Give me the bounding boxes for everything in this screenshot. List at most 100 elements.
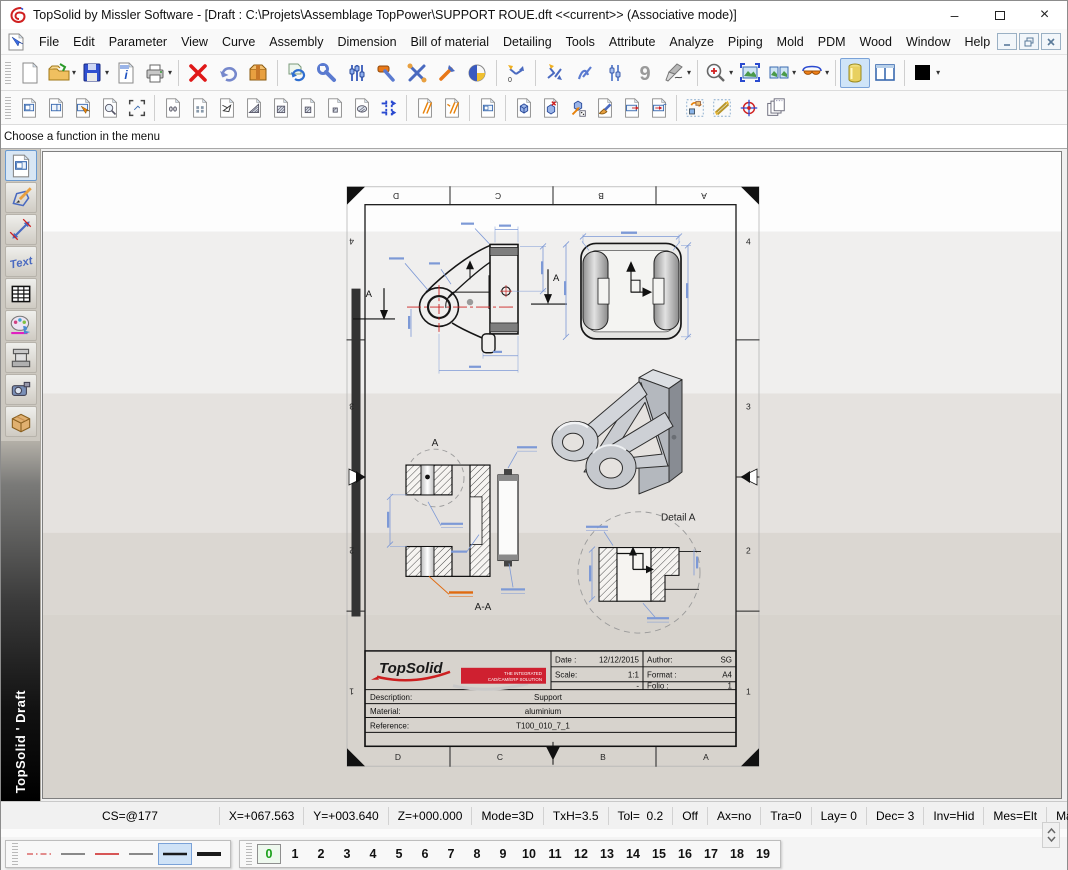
split-arrows-button[interactable]: 0 <box>501 58 531 88</box>
mdi-minimize-button[interactable] <box>997 33 1017 50</box>
fasteners-button[interactable] <box>402 58 432 88</box>
layer-19-button[interactable]: 19 <box>750 847 776 861</box>
status-field[interactable]: Off <box>672 807 707 825</box>
view-half-sphere-button[interactable] <box>462 58 492 88</box>
zoom-plus-button[interactable]: ▾ <box>702 58 735 88</box>
save-button[interactable]: ▾ <box>78 58 111 88</box>
menu-item-dimension[interactable]: Dimension <box>330 31 403 53</box>
cube-page-button[interactable] <box>510 94 537 121</box>
layer-15-button[interactable]: 15 <box>646 847 672 861</box>
page-ellipse-hatch-button[interactable] <box>348 94 375 121</box>
layer-5-button[interactable]: 5 <box>386 847 412 861</box>
menu-item-parameter[interactable]: Parameter <box>102 31 174 53</box>
status-field[interactable]: Tol= 0.2 <box>608 807 673 825</box>
layer-4-button[interactable]: 4 <box>360 847 386 861</box>
menu-item-curve[interactable]: Curve <box>215 31 262 53</box>
dropdown-arrow-icon[interactable]: ▾ <box>72 68 76 77</box>
line-style-red-dash-dot-button[interactable] <box>22 843 56 865</box>
close-button[interactable]: × <box>1022 1 1067 29</box>
status-field[interactable]: Mode=3D <box>471 807 542 825</box>
pen-settings-button[interactable]: ▾ <box>660 58 693 88</box>
open-folder-button[interactable]: ▾ <box>45 58 78 88</box>
swap-dashed-orange-button[interactable] <box>681 94 708 121</box>
sketch-pencil-button[interactable] <box>5 182 37 213</box>
dropdown-arrow-icon[interactable]: ▾ <box>105 68 109 77</box>
layer-8-button[interactable]: 8 <box>464 847 490 861</box>
menu-item-help[interactable]: Help <box>957 31 997 53</box>
press-machine-button[interactable] <box>5 342 37 373</box>
redirect-arrows-button[interactable] <box>540 58 570 88</box>
menu-item-edit[interactable]: Edit <box>66 31 102 53</box>
layer-12-button[interactable]: 12 <box>568 847 594 861</box>
multi-view-button[interactable]: ▾ <box>765 58 798 88</box>
element-sliders-button[interactable] <box>342 58 372 88</box>
menu-item-analyze[interactable]: Analyze <box>662 31 720 53</box>
layer-11-button[interactable]: 11 <box>542 847 568 861</box>
brush-page-button[interactable] <box>591 94 618 121</box>
page-hatch-sm-button[interactable] <box>294 94 321 121</box>
status-field[interactable]: Ax=no <box>707 807 760 825</box>
color-swatch-black-button[interactable]: ▾ <box>909 58 942 88</box>
page-digits-button[interactable]: 00 <box>159 94 186 121</box>
swap-dashed-gold-button[interactable] <box>708 94 735 121</box>
status-field[interactable]: Z=+000.000 <box>388 807 472 825</box>
view-copy-button[interactable] <box>618 94 645 121</box>
dropdown-arrow-icon[interactable]: ▾ <box>825 68 829 77</box>
cube-x-page-button[interactable] <box>537 94 564 121</box>
menu-item-assembly[interactable]: Assembly <box>262 31 330 53</box>
maximize-button[interactable] <box>977 1 1022 29</box>
document-info-button[interactable]: i <box>111 58 141 88</box>
cylinder-shaded-button[interactable] <box>840 58 870 88</box>
chevron-down-icon[interactable] <box>1047 836 1056 843</box>
layer-6-button[interactable]: 6 <box>412 847 438 861</box>
layer-18-button[interactable]: 18 <box>724 847 750 861</box>
layer-7-button[interactable]: 7 <box>438 847 464 861</box>
status-field[interactable]: Inv=Hid <box>923 807 983 825</box>
status-field[interactable]: Lay= 0 <box>811 807 866 825</box>
minimize-button[interactable]: – <box>932 1 977 29</box>
fit-view-button[interactable] <box>735 58 765 88</box>
chevron-up-icon[interactable] <box>1047 827 1056 834</box>
table-tool-button[interactable] <box>5 278 37 309</box>
camera-machine-button[interactable] <box>5 374 37 405</box>
sliders-pair-button[interactable] <box>600 58 630 88</box>
menu-item-pdm[interactable]: PDM <box>811 31 853 53</box>
menu-item-piping[interactable]: Piping <box>721 31 770 53</box>
layer-0-button[interactable]: 0 <box>257 844 281 864</box>
print-button[interactable]: ▾ <box>141 58 174 88</box>
menu-item-wood[interactable]: Wood <box>853 31 899 53</box>
layer-1-button[interactable]: 1 <box>282 847 308 861</box>
draft-sheet[interactable]: D C B A D C B A 4 3 2 1 4 3 2 <box>43 152 1061 798</box>
status-field[interactable]: Mes=Elt <box>983 807 1046 825</box>
page-hatch-xs-button[interactable] <box>321 94 348 121</box>
dropdown-arrow-icon[interactable]: ▾ <box>687 68 691 77</box>
line-style-black-medium-button[interactable] <box>158 843 192 865</box>
crop-corners-button[interactable] <box>123 94 150 121</box>
visual-glasses-button[interactable]: ▾ <box>798 58 831 88</box>
side-view-mode-button[interactable] <box>5 150 37 181</box>
menu-item-window[interactable]: Window <box>899 31 957 53</box>
toolbar-grip[interactable] <box>5 97 11 119</box>
delete-red-x-button[interactable] <box>183 58 213 88</box>
view-zoom-button[interactable] <box>96 94 123 121</box>
page-hatch-md-button[interactable] <box>267 94 294 121</box>
line-style-black-thin-button[interactable] <box>124 843 158 865</box>
new-document-button[interactable] <box>15 58 45 88</box>
drawing-canvas[interactable]: D C B A D C B A 4 3 2 1 4 3 2 <box>42 151 1062 799</box>
line-style-red-solid-button[interactable] <box>90 843 124 865</box>
update-document-button[interactable] <box>282 58 312 88</box>
curve-check-button[interactable] <box>570 58 600 88</box>
toolbar-grip[interactable] <box>5 62 11 84</box>
view-frame-sm-button[interactable] <box>474 94 501 121</box>
layer-9-button[interactable]: 9 <box>490 847 516 861</box>
pen-slashes-button[interactable] <box>411 94 438 121</box>
window-split-button[interactable] <box>870 58 900 88</box>
menu-item-file[interactable]: File <box>32 31 66 53</box>
page-foldarrow-button[interactable] <box>213 94 240 121</box>
layer-3-button[interactable]: 3 <box>334 847 360 861</box>
menu-item-view[interactable]: View <box>174 31 215 53</box>
status-field[interactable]: TxH=3.5 <box>543 807 608 825</box>
undo-button[interactable] <box>213 58 243 88</box>
menu-item-detailing[interactable]: Detailing <box>496 31 559 53</box>
dimension-arrow-button[interactable] <box>5 214 37 245</box>
